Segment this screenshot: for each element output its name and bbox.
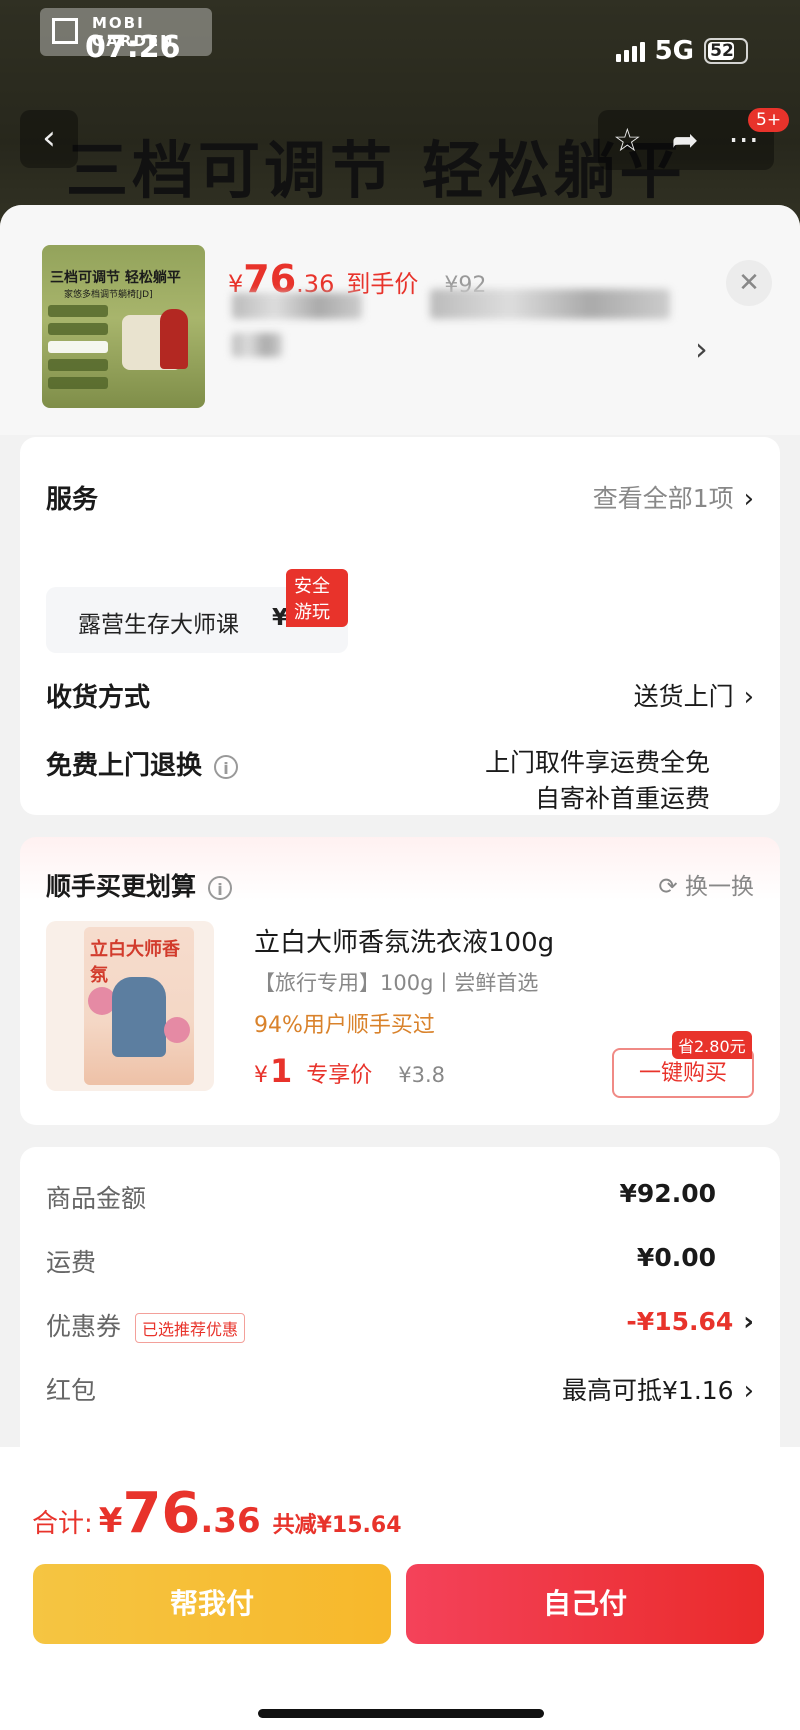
- returns-title: 免费上门退换 i: [46, 745, 239, 782]
- addon-price: ¥ 1 专享价 ¥3.8: [254, 1052, 445, 1090]
- service-option[interactable]: 露营生存大师课 ¥29 安全游玩: [46, 569, 348, 653]
- banner-title: 三档可调节 轻松躺平: [66, 134, 686, 207]
- share-icon[interactable]: ➦: [672, 121, 699, 159]
- total-label: 合计:: [32, 1509, 93, 1539]
- addon-price-tag: 专享价: [306, 1063, 373, 1088]
- coupon-label-text: 优惠券: [46, 1312, 122, 1341]
- addon-price-currency: ¥: [254, 1063, 268, 1088]
- service-card: 服务 查看全部1项 › 露营生存大师课 ¥29 安全游玩 收货方式 送货上门 › 免…: [20, 437, 780, 815]
- battery-level: 52: [710, 41, 734, 61]
- home-indicator[interactable]: [258, 1709, 544, 1718]
- message-count-badge: 5+: [748, 108, 790, 132]
- redpacket-value: 最高可抵¥1.16: [562, 1376, 734, 1405]
- close-icon[interactable]: ✕: [726, 260, 772, 306]
- thumbnail-subtitle: 家悠多档调节躺椅[JD]: [64, 290, 153, 300]
- status-time: 07:26: [85, 30, 181, 65]
- total-decimal: .36: [200, 1501, 261, 1541]
- service-option-name: 露营生存大师课: [78, 612, 239, 638]
- star-outline-icon[interactable]: ☆: [613, 121, 642, 159]
- self-pay-button[interactable]: 自己付: [406, 1564, 764, 1644]
- refresh-icon: ⟳: [658, 874, 678, 900]
- addon-social-proof: 94%用户顺手买过: [254, 1013, 435, 1038]
- service-view-all[interactable]: 查看全部1项 ›: [593, 479, 754, 515]
- service-title: 服务: [46, 485, 99, 515]
- addon-product-spec: 【旅行专用】100g丨尝鲜首选: [254, 971, 539, 995]
- swap-label: 换一换: [685, 874, 754, 900]
- shipping-value: ¥0.00: [636, 1243, 716, 1272]
- total-amount: 合计: ¥ 76 .36 共减¥15.64: [32, 1481, 402, 1546]
- blurred-sku-text: [430, 289, 670, 319]
- redpacket-label: 红包: [46, 1376, 97, 1405]
- blurred-sku-text: [232, 293, 362, 319]
- coupon-label: 优惠券 已选推荐优惠: [46, 1307, 246, 1343]
- status-indicators: 5G 52: [615, 36, 748, 66]
- coupon-tag: 已选推荐优惠: [135, 1313, 246, 1343]
- total-currency: ¥: [98, 1501, 123, 1541]
- back-button[interactable]: ‹: [20, 110, 78, 168]
- save-badge: 省2.80元: [672, 1031, 752, 1059]
- total-reduction: 共减¥15.64: [272, 1513, 402, 1538]
- addon-card: 顺手买更划算 i ⟳ 换一换 立白大师香氛 立白大师香氛洗衣液100g 【旅行专用…: [20, 837, 780, 1125]
- amount-card: 商品金额 ¥92.00 运费 ¥0.00 优惠券 已选推荐优惠 -¥15.64 › …: [20, 1147, 780, 1467]
- returns-line-1: 上门取件享运费全免: [484, 748, 710, 777]
- delivery-title: 收货方式: [46, 683, 151, 713]
- coupon-row[interactable]: -¥15.64 ›: [626, 1307, 754, 1337]
- total-integer: 76: [122, 1481, 201, 1546]
- thumbnail-title: 三档可调节 轻松躺平: [50, 270, 181, 286]
- service-option-badge: 安全游玩: [286, 569, 348, 627]
- info-icon[interactable]: i: [208, 876, 233, 900]
- product-thumbnail[interactable]: 三档可调节 轻松躺平 家悠多档调节躺椅[JD]: [42, 245, 205, 408]
- coupon-value: -¥15.64: [626, 1307, 734, 1336]
- delivery-method[interactable]: 送货上门 ›: [634, 677, 754, 713]
- shipping-label: 运费: [46, 1248, 97, 1277]
- chevron-right-icon[interactable]: ›: [695, 330, 708, 368]
- checkout-footer: 合计: ¥ 76 .36 共减¥15.64 帮我付 自己付: [0, 1447, 800, 1730]
- addon-product-name[interactable]: 立白大师香氛洗衣液100g: [254, 922, 554, 959]
- redpacket-row[interactable]: 最高可抵¥1.16 ›: [562, 1371, 754, 1407]
- signal-icon: [615, 40, 645, 62]
- addon-price-value: 1: [270, 1052, 293, 1090]
- addon-title-text: 顺手买更划算: [46, 872, 197, 901]
- addon-title: 顺手买更划算 i: [46, 867, 233, 903]
- goods-amount-label: 商品金额: [46, 1184, 147, 1213]
- watermark-mark-icon: [52, 18, 78, 44]
- chevron-right-icon: ›: [743, 1307, 754, 1337]
- battery-icon: 52: [704, 38, 748, 64]
- returns-line-2: 自寄补首重运费: [534, 784, 710, 813]
- returns-title-text: 免费上门退换: [46, 751, 203, 781]
- product-summary: 三档可调节 轻松躺平 家悠多档调节躺椅[JD] ¥ 76 .36 到手价 ¥92…: [0, 205, 800, 435]
- view-all-label: 查看全部1项: [592, 484, 734, 513]
- addon-original-price: ¥3.8: [398, 1063, 446, 1087]
- info-icon[interactable]: i: [214, 754, 239, 779]
- help-pay-button[interactable]: 帮我付: [33, 1564, 391, 1644]
- addon-product-image[interactable]: 立白大师香氛: [46, 921, 214, 1091]
- delivery-method-value: 送货上门: [633, 682, 734, 711]
- goods-amount-value: ¥92.00: [619, 1179, 716, 1208]
- chevron-right-icon: ›: [743, 1376, 754, 1406]
- swap-button[interactable]: ⟳ 换一换: [658, 867, 754, 901]
- network-type: 5G: [654, 36, 694, 66]
- chevron-right-icon: ›: [743, 682, 754, 712]
- chevron-right-icon: ›: [743, 484, 754, 514]
- blurred-sku-text: [232, 333, 282, 357]
